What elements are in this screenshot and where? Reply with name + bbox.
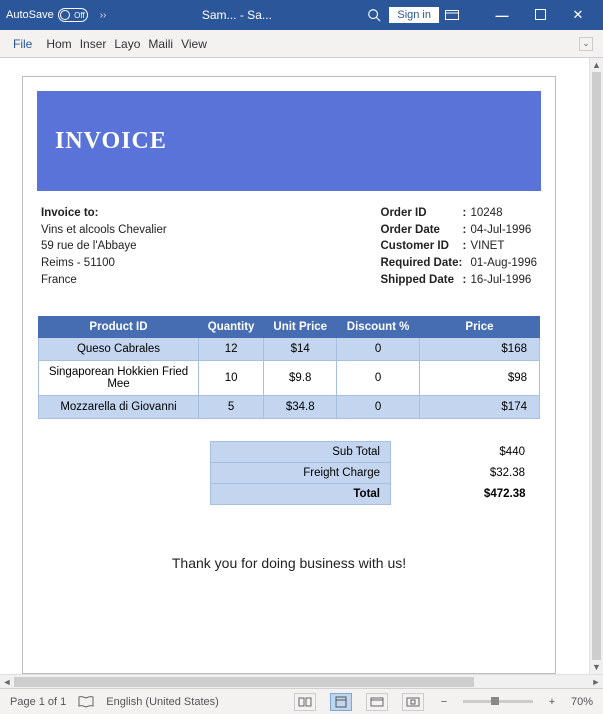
zoom-in-button[interactable]: + [545, 696, 559, 708]
table-row: Mozzarella di Giovanni5$34.80$174 [39, 396, 540, 419]
invoice-to-line: Reims - 51100 [41, 255, 167, 272]
total-value: $472.38 [391, 484, 540, 505]
tab-file[interactable]: File [10, 37, 35, 51]
order-meta-block: Order ID:10248 Order Date:04-Jul-1996 Cu… [381, 205, 538, 288]
book-icon[interactable] [78, 696, 94, 708]
slider-knob[interactable] [491, 697, 499, 705]
document-canvas[interactable]: INVOICE Invoice to: Vins et alcools Chev… [0, 58, 589, 674]
col-header: Quantity [199, 317, 264, 338]
autosave-label: AutoSave [6, 9, 54, 21]
ribbon-display-icon[interactable] [445, 10, 483, 21]
toggle-icon: Off [58, 8, 88, 22]
horizontal-scrollbar[interactable]: ◄ ► [0, 674, 603, 688]
line-items-table: Product ID Quantity Unit Price Discount … [38, 316, 540, 419]
tab-view[interactable]: View [178, 37, 210, 51]
total-value: $440 [391, 442, 540, 463]
invoice-to-label: Invoice to: [41, 205, 167, 222]
qat-overflow[interactable]: ›› [100, 10, 107, 21]
minimize-button[interactable]: — [483, 8, 521, 23]
invoice-to-line: France [41, 272, 167, 289]
statusbar: Page 1 of 1 English (United States) − + … [0, 688, 603, 714]
total-value: $32.38 [391, 463, 540, 484]
titlebar: AutoSave Off ›› Sam... - Sa... Sign in —… [0, 0, 603, 30]
table-row: Queso Cabrales12$140$168 [39, 338, 540, 361]
invoice-meta: Invoice to: Vins et alcools Chevalier 59… [23, 205, 555, 298]
invoice-to-line: Vins et alcools Chevalier [41, 222, 167, 239]
square-icon [535, 9, 546, 20]
read-mode-icon[interactable] [294, 693, 316, 711]
scroll-thumb[interactable] [14, 677, 474, 687]
page-indicator[interactable]: Page 1 of 1 [10, 696, 66, 708]
scroll-up-icon[interactable]: ▲ [590, 58, 603, 72]
col-header: Unit Price [264, 317, 337, 338]
scroll-thumb[interactable] [592, 72, 601, 660]
meta-value: 16-Jul-1996 [471, 272, 532, 289]
total-label: Sub Total [211, 442, 391, 463]
vertical-scrollbar[interactable]: ▲ ▼ [589, 58, 603, 674]
zoom-out-button[interactable]: − [437, 696, 451, 708]
invoice-heading: INVOICE [55, 128, 167, 155]
meta-label: Shipped Date [381, 272, 463, 289]
tab-mailings[interactable]: Maili [145, 37, 176, 51]
meta-value: VINET [471, 238, 505, 255]
meta-label: Required Date: [381, 255, 471, 272]
meta-label: Order Date [381, 222, 463, 239]
invoice-to-block: Invoice to: Vins et alcools Chevalier 59… [41, 205, 167, 288]
zoom-level[interactable]: 70% [571, 696, 593, 708]
tab-insert[interactable]: Inser [77, 37, 110, 51]
language-indicator[interactable]: English (United States) [106, 696, 219, 708]
col-header: Discount % [337, 317, 420, 338]
meta-label: Customer ID [381, 238, 463, 255]
scroll-left-icon[interactable]: ◄ [0, 677, 14, 687]
web-layout-icon[interactable] [366, 693, 388, 711]
table-row: Singaporean Hokkien Fried Mee10$9.80$98 [39, 361, 540, 396]
total-label: Freight Charge [211, 463, 391, 484]
invoice-banner: INVOICE [37, 91, 541, 191]
tab-layout[interactable]: Layo [111, 37, 143, 51]
meta-label: Order ID [381, 205, 463, 222]
document-area: INVOICE Invoice to: Vins et alcools Chev… [0, 58, 603, 674]
signin-button[interactable]: Sign in [389, 7, 439, 23]
search-icon[interactable] [367, 8, 381, 22]
meta-value: 10248 [471, 205, 503, 222]
totals-table: Sub Total$440 Freight Charge$32.38 Total… [210, 441, 540, 505]
focus-mode-icon[interactable] [402, 693, 424, 711]
close-button[interactable]: ✕ [559, 7, 597, 23]
scroll-right-icon[interactable]: ► [589, 677, 603, 687]
scroll-down-icon[interactable]: ▼ [590, 660, 603, 674]
maximize-button[interactable] [521, 8, 559, 23]
thank-you-text: Thank you for doing business with us! [23, 555, 555, 571]
document-title: Sam... - Sa... [106, 8, 367, 22]
meta-value: 04-Jul-1996 [471, 222, 532, 239]
total-label: Total [211, 484, 391, 505]
col-header: Product ID [39, 317, 199, 338]
meta-value: 01-Aug-1996 [471, 255, 538, 272]
document-page: INVOICE Invoice to: Vins et alcools Chev… [22, 76, 556, 674]
col-header: Price [420, 317, 540, 338]
autosave-toggle[interactable]: AutoSave Off [6, 8, 88, 22]
ribbon-tabs: File Hom Inser Layo Maili View ⌄ [0, 30, 603, 58]
zoom-slider[interactable] [463, 700, 533, 703]
invoice-to-line: 59 rue de l'Abbaye [41, 238, 167, 255]
collapse-ribbon-icon[interactable]: ⌄ [579, 37, 593, 51]
print-layout-icon[interactable] [330, 693, 352, 711]
tab-home[interactable]: Hom [43, 37, 74, 51]
